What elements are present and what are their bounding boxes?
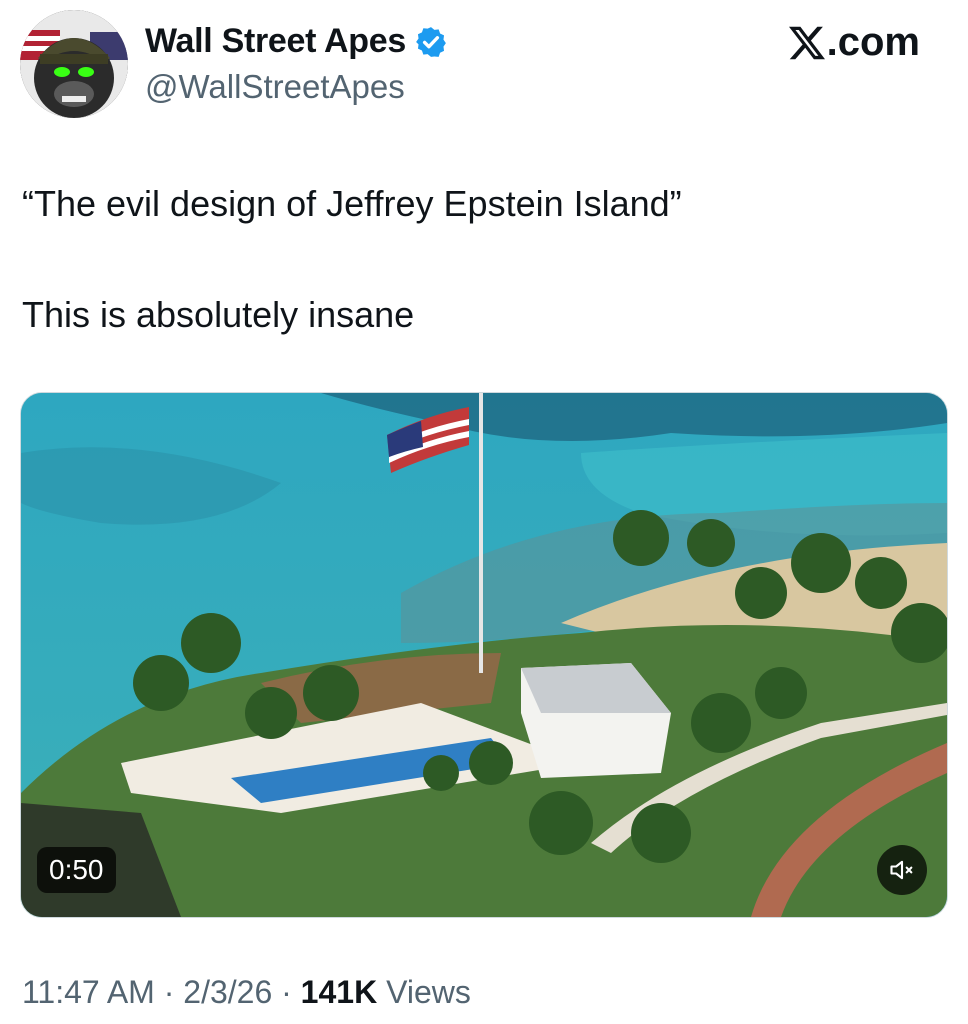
views-label: Views: [386, 974, 471, 1010]
author-name-row: Wall Street Apes: [145, 22, 448, 61]
x-com-logo: .com: [788, 20, 920, 65]
views-count: 141K: [300, 974, 378, 1010]
tweet-meta: 11:47 AM · 2/3/26 · 141K Views: [22, 974, 471, 1011]
video-duration: 0:50: [37, 847, 116, 893]
meta-separator: ·: [272, 974, 301, 1010]
verified-badge-icon: [416, 26, 446, 57]
video-player[interactable]: 0:50: [20, 392, 948, 918]
display-name[interactable]: Wall Street Apes: [145, 22, 406, 61]
x-logo-icon: [788, 26, 825, 59]
avatar[interactable]: [20, 10, 128, 118]
video-thumbnail: [21, 393, 947, 917]
tweet-date[interactable]: 2/3/26: [183, 974, 272, 1010]
meta-separator: ·: [154, 974, 184, 1010]
gorilla-soldier-avatar-icon: [20, 10, 128, 118]
tweet-time[interactable]: 11:47 AM: [22, 974, 155, 1010]
tweet-text-line-1: “The evil design of Jeffrey Epstein Isla…: [22, 183, 682, 224]
handle[interactable]: @WallStreetApes: [145, 68, 405, 106]
mute-button[interactable]: [877, 845, 927, 895]
site-label: .com: [826, 20, 920, 64]
speaker-muted-icon: [890, 860, 913, 880]
tweet-text-line-2: This is absolutely insane: [22, 294, 415, 335]
